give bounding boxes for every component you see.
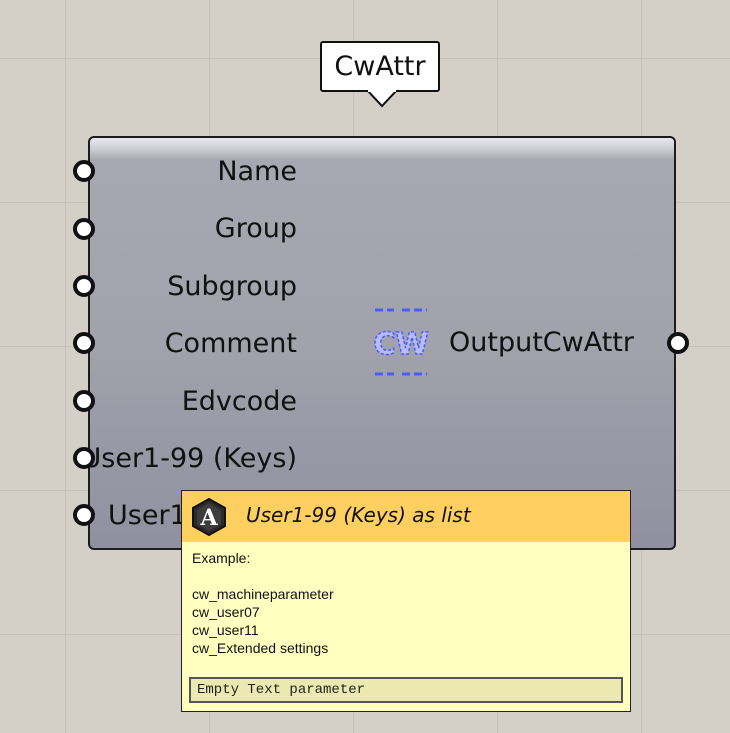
tooltip-line: cw_Extended settings: [192, 640, 329, 656]
input-grip-subgroup[interactable]: [73, 275, 95, 297]
tooltip-status: Empty Text parameter: [189, 677, 623, 703]
output-label-outputcwattr: OutputCwAttr: [449, 327, 634, 358]
component-nickname: CwAttr: [334, 51, 426, 82]
input-grip-edvcode[interactable]: [73, 390, 95, 412]
tooltip-body: Example: cw_machineparameter cw_user07 c…: [192, 549, 334, 657]
input-grip-user-keys[interactable]: [73, 447, 95, 469]
output-grip-outputcwattr[interactable]: [667, 332, 689, 354]
input-label-subgroup: Subgroup: [167, 271, 297, 302]
tooltip-title: User1-99 (Keys) as list: [246, 503, 471, 527]
text-param-icon: A: [192, 498, 226, 536]
tooltip-header: A User1-99 (Keys) as list: [182, 491, 630, 542]
input-grip-comment[interactable]: [73, 332, 95, 354]
input-label-comment: Comment: [164, 328, 297, 359]
input-label-name: Name: [217, 156, 297, 187]
input-label-user: User1: [108, 500, 187, 531]
input-label-edvcode: Edvcode: [181, 386, 297, 417]
tooltip-line: cw_machineparameter: [192, 586, 334, 602]
input-label-group: Group: [214, 213, 297, 244]
input-grip-user[interactable]: [73, 504, 95, 526]
input-label-user-keys: User1-99 (Keys): [88, 443, 297, 474]
parameter-tooltip: A User1-99 (Keys) as list Example: cw_ma…: [181, 490, 631, 712]
text-param-icon-letter: A: [199, 505, 218, 531]
bubble-pointer: [366, 90, 398, 108]
input-grip-group[interactable]: [73, 218, 95, 240]
cw-icon-text: CW: [373, 327, 428, 362]
input-grip-name[interactable]: [73, 160, 95, 182]
tooltip-blank-line: [192, 567, 334, 585]
tooltip-line: Example:: [192, 550, 251, 566]
tooltip-line: cw_user11: [192, 622, 259, 638]
component-nickname-bubble: CwAttr: [320, 41, 440, 92]
cw-icon: CW: [373, 308, 429, 376]
tooltip-line: cw_user07: [192, 604, 260, 620]
